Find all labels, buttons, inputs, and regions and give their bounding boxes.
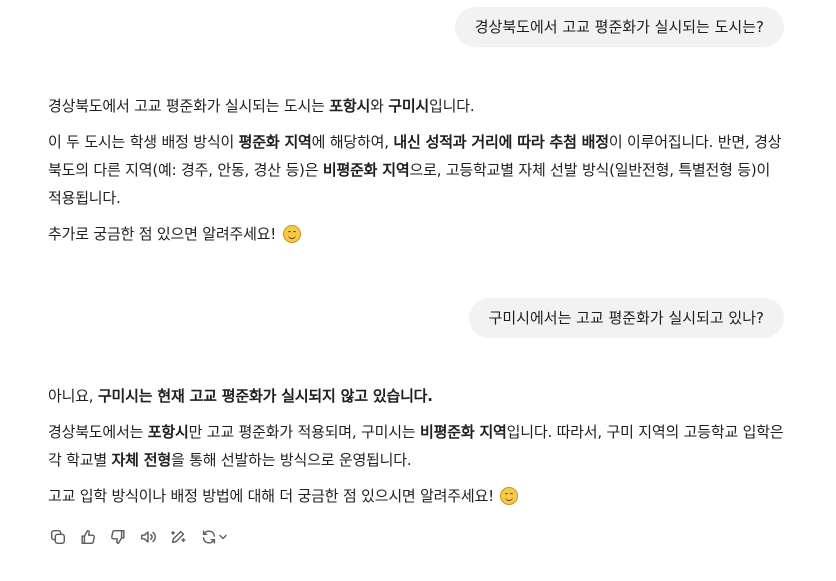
good-response-button[interactable] (78, 527, 98, 547)
text-run: 경상북도에서는 (48, 423, 148, 441)
chat-page: 경상북도에서 고교 평준화가 실시되는 도시는? 경상북도에서 고교 평준화가 … (0, 0, 836, 581)
user-message-1: 경상북도에서 고교 평준화가 실시되는 도시는? (454, 7, 784, 47)
text-run: 이 두 도시는 학생 배정 방식이 (48, 133, 239, 151)
text-run: 입니다. (429, 97, 475, 115)
bold-text: 구미시는 현재 고교 평준화가 실시되지 않고 있습니다. (97, 387, 433, 405)
assistant-paragraph: 경상북도에서는 포항시만 고교 평준화가 적용되며, 구미시는 비평준화 지역입… (48, 418, 784, 474)
smiling-face-emoji-icon (282, 225, 301, 243)
assistant-paragraph: 아니요, 구미시는 현재 고교 평준화가 실시되지 않고 있습니다. (48, 382, 784, 410)
user-message-text: 경상북도에서 고교 평준화가 실시되는 도시는? (474, 18, 764, 36)
message-action-toolbar (48, 526, 230, 548)
bold-text: 포항시 (147, 423, 189, 441)
assistant-paragraph: 고교 입학 방식이나 배정 방법에 대해 더 궁금한 점 있으시면 알려주세요! (48, 482, 784, 510)
text-run: 을 통해 선발하는 방식으로 운영됩니다. (170, 451, 412, 469)
bold-text: 포항시 (329, 97, 371, 115)
text-run: 만 고교 평준화가 적용되며, 구미시는 (188, 423, 421, 441)
read-aloud-button[interactable] (138, 527, 158, 547)
bold-text: 구미시 (388, 97, 430, 115)
text-run: 추가로 궁금한 점 있으면 알려주세요! (48, 225, 281, 243)
edit-in-canvas-button[interactable] (168, 527, 188, 547)
regenerate-button[interactable] (198, 527, 230, 547)
thumbs-up-icon (81, 529, 95, 545)
text-run: 경상북도에서 고교 평준화가 실시되는 도시는 (48, 97, 330, 115)
user-message-text: 구미시에서는 고교 평준화가 실시되고 있나? (488, 309, 764, 327)
copy-button[interactable] (48, 527, 68, 547)
bold-text: 내신 성적과 거리에 따라 추첨 배정 (393, 133, 609, 151)
smiling-face-emoji-icon (500, 487, 519, 505)
bad-response-button[interactable] (108, 527, 128, 547)
chevron-down-icon (219, 534, 227, 540)
bold-text: 자체 전형 (111, 451, 172, 469)
bold-text: 비평준화 지역 (420, 423, 507, 441)
user-message-2: 구미시에서는 고교 평준화가 실시되고 있나? (468, 298, 784, 338)
assistant-message-2: 아니요, 구미시는 현재 고교 평준화가 실시되지 않고 있습니다. 경상북도에… (48, 382, 784, 518)
text-run: 아니요, (48, 387, 98, 405)
assistant-paragraph: 경상북도에서 고교 평준화가 실시되는 도시는 포항시와 구미시입니다. (48, 92, 784, 120)
text-run: 고교 입학 방식이나 배정 방법에 대해 더 궁금한 점 있으시면 알려주세요! (48, 487, 499, 505)
thumbs-down-icon (111, 529, 125, 545)
regenerate-icon (202, 530, 216, 544)
read-aloud-icon (140, 531, 156, 543)
text-run: 에 해당하여, (311, 133, 394, 151)
edit-icon (170, 530, 186, 544)
bold-text: 평준화 지역 (238, 133, 312, 151)
bold-text: 비평준화 지역 (322, 161, 410, 179)
copy-icon (50, 529, 66, 545)
assistant-message-1: 경상북도에서 고교 평준화가 실시되는 도시는 포항시와 구미시입니다. 이 두… (48, 92, 784, 256)
assistant-paragraph: 추가로 궁금한 점 있으면 알려주세요! (48, 220, 784, 248)
text-run: 와 (370, 97, 389, 115)
assistant-paragraph: 이 두 도시는 학생 배정 방식이 평준화 지역에 해당하여, 내신 성적과 거… (48, 128, 784, 212)
